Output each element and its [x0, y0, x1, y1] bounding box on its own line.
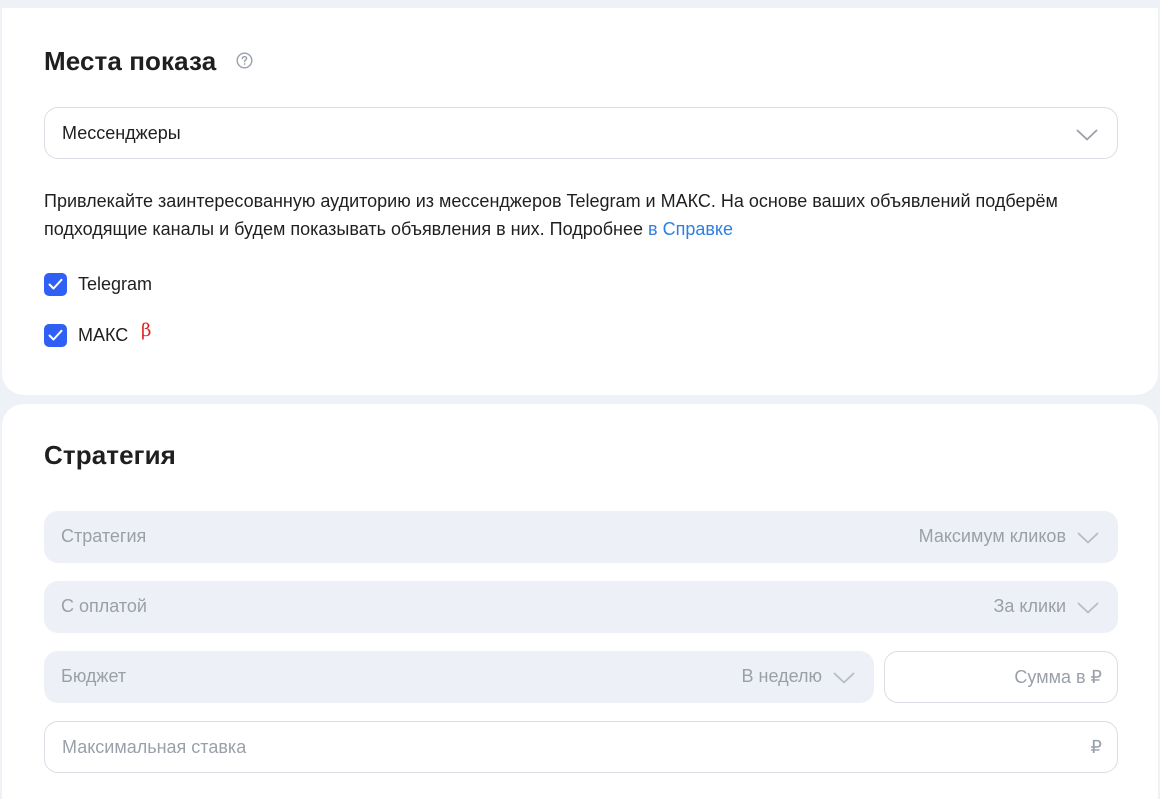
strategy-select[interactable]: Стратегия Максимум кликов: [44, 511, 1118, 563]
chevron-down-icon: [1077, 601, 1099, 614]
placements-description-text: Привлекайте заинтересованную аудиторию и…: [44, 191, 1058, 239]
max-bid-input[interactable]: Максимальная ставка ₽: [44, 721, 1118, 773]
chevron-down-icon: [833, 671, 855, 684]
max-bid-currency: ₽: [1090, 737, 1102, 757]
chevron-down-icon: [1076, 128, 1098, 141]
budget-amount-input[interactable]: Сумма в ₽: [884, 651, 1118, 703]
strategy-title: Стратегия: [44, 440, 176, 470]
budget-amount-placeholder: Сумма в ₽: [1014, 667, 1102, 687]
help-link[interactable]: в Справке: [648, 219, 733, 239]
placements-select-value: Мессенджеры: [62, 123, 181, 143]
chevron-down-icon: [1077, 531, 1099, 544]
placements-select[interactable]: Мессенджеры: [44, 107, 1118, 159]
maks-label: МАКС: [78, 325, 129, 345]
strategy-select-value: Максимум кликов: [918, 526, 1066, 546]
placements-title: Места показа: [44, 46, 217, 76]
checkbox-checked[interactable]: [44, 273, 67, 296]
telegram-label: Telegram: [78, 274, 153, 294]
beta-badge: β: [141, 320, 152, 341]
placements-description: Привлекайте заинтересованную аудиторию и…: [44, 187, 1124, 243]
maks-checkbox[interactable]: МАКС β: [44, 320, 204, 348]
strategy-select-label: Стратегия: [61, 526, 147, 546]
budget-select-value: В неделю: [741, 666, 822, 686]
question-circle-icon[interactable]: [236, 52, 253, 69]
payment-select-value: За клики: [993, 596, 1066, 616]
payment-select-label: С оплатой: [61, 596, 147, 616]
budget-period-select[interactable]: Бюджет В неделю: [44, 651, 874, 703]
strategy-card: Стратегия Стратегия Максимум кликов С оп…: [2, 404, 1158, 799]
budget-select-label: Бюджет: [61, 666, 127, 686]
payment-select[interactable]: С оплатой За клики: [44, 581, 1118, 633]
placements-card: Места показа Мессенджеры Привлекайте заи…: [2, 8, 1158, 395]
checkbox-checked[interactable]: [44, 324, 67, 347]
telegram-checkbox[interactable]: Telegram: [44, 273, 204, 297]
max-bid-placeholder: Максимальная ставка: [62, 737, 247, 757]
